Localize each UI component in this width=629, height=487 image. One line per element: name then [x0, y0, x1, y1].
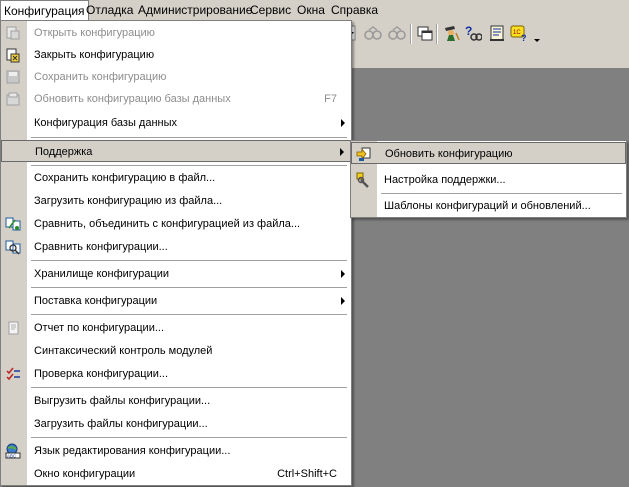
submenu-item-templates[interactable]: Шаблоны конфигураций и обновлений...: [351, 195, 626, 217]
windows-icon[interactable]: [416, 24, 434, 42]
menu-item-check-config[interactable]: Проверка конфигурации...: [1, 363, 351, 385]
menu-administration[interactable]: Администрирование: [135, 0, 255, 20]
menu-item-db-config[interactable]: Конфигурация базы данных: [1, 112, 351, 134]
menu-item-syntax-check[interactable]: Синтаксический контроль модулей: [1, 340, 351, 362]
submenu-arrow-icon: [341, 270, 345, 278]
submenu-item-update-config[interactable]: Обновить конфигурацию: [351, 142, 626, 164]
submenu-arrow-icon: [341, 297, 345, 305]
configuration-menu: Открыть конфигурацию Закрыть конфигураци…: [0, 20, 352, 486]
menu-item-update-db-config[interactable]: Обновить конфигурацию базы данных F7: [1, 88, 351, 110]
menu-item-support[interactable]: Поддержка: [1, 140, 351, 162]
menu-separator: [381, 193, 622, 194]
menu-separator: [31, 287, 347, 288]
menu-item-import-files[interactable]: Загрузить файлы конфигурации...: [1, 413, 351, 435]
menu-item-save-config[interactable]: Сохранить конфигурацию: [1, 66, 351, 88]
submenu-item-support-settings[interactable]: Настройка поддержки...: [351, 169, 626, 191]
menu-separator: [31, 165, 347, 166]
menu-configuration[interactable]: Конфигурация: [0, 0, 89, 21]
menu-windows[interactable]: Окна: [294, 0, 328, 20]
menu-item-config-window[interactable]: Окно конфигурации Ctrl+Shift+C: [1, 463, 351, 485]
compare-configs-icon: [5, 239, 21, 255]
menu-item-open-config[interactable]: Открыть конфигурацию: [1, 22, 351, 44]
menu-item-save-to-file[interactable]: Сохранить конфигурацию в файл...: [1, 167, 351, 189]
open-config-icon: [5, 25, 21, 41]
menu-item-load-from-file[interactable]: Загрузить конфигурацию из файла...: [1, 190, 351, 212]
support-submenu: Обновить конфигурацию Настройка поддержк…: [350, 140, 627, 218]
menu-help[interactable]: Справка: [328, 0, 381, 20]
menu-service[interactable]: Сервис: [247, 0, 294, 20]
help-1c-icon[interactable]: 1C?: [510, 24, 528, 43]
workspace: [350, 68, 629, 487]
report-icon: [5, 320, 21, 336]
svg-text:?: ?: [521, 33, 527, 42]
submenu-arrow-icon: [340, 148, 344, 156]
svg-text:ABC: ABC: [7, 454, 17, 459]
chevron-down-icon[interactable]: [532, 24, 542, 42]
toolbar-separator: [410, 24, 412, 44]
support-settings-icon: [355, 172, 371, 188]
wizard-icon[interactable]: [442, 24, 460, 42]
notes-icon[interactable]: [488, 24, 506, 42]
menu-item-export-files[interactable]: Выгрузить файлы конфигурации...: [1, 390, 351, 412]
menu-item-compare-configs[interactable]: Сравнить конфигурации...: [1, 236, 351, 258]
menu-item-compare-merge[interactable]: Сравнить, объединить с конфигурацией из …: [1, 213, 351, 235]
menu-item-edit-language[interactable]: ABC Язык редактирования конфигурации...: [1, 440, 351, 462]
update-db-icon: [5, 91, 21, 107]
checklist-icon: [5, 366, 21, 382]
menu-item-config-delivery[interactable]: Поставка конфигурации: [1, 290, 351, 312]
menu-item-close-config[interactable]: Закрыть конфигурацию: [1, 44, 351, 66]
update-config-icon: [356, 146, 372, 162]
menu-separator: [31, 314, 347, 315]
binoculars-icon[interactable]: [364, 24, 382, 42]
menu-debug[interactable]: Отладка: [83, 0, 136, 20]
menu-separator: [31, 437, 347, 438]
menu-separator: [31, 137, 347, 138]
submenu-arrow-icon: [341, 119, 345, 127]
toolbar-separator: [436, 24, 438, 44]
close-config-icon: [5, 47, 21, 63]
compare-merge-icon: [5, 216, 21, 232]
save-icon: [5, 69, 21, 85]
menu-separator: [31, 387, 347, 388]
menu-item-config-repository[interactable]: Хранилище конфигурации: [1, 263, 351, 285]
menu-bar: Конфигурация Отладка Администрирование С…: [0, 0, 629, 21]
help-search-icon[interactable]: ?: [464, 24, 483, 42]
language-globe-icon: ABC: [5, 443, 21, 459]
menu-item-config-report[interactable]: Отчет по конфигурации...: [1, 317, 351, 339]
toolbar: ? 1C?: [349, 20, 629, 68]
menu-separator: [31, 260, 347, 261]
binoculars-back-icon[interactable]: [388, 24, 406, 42]
